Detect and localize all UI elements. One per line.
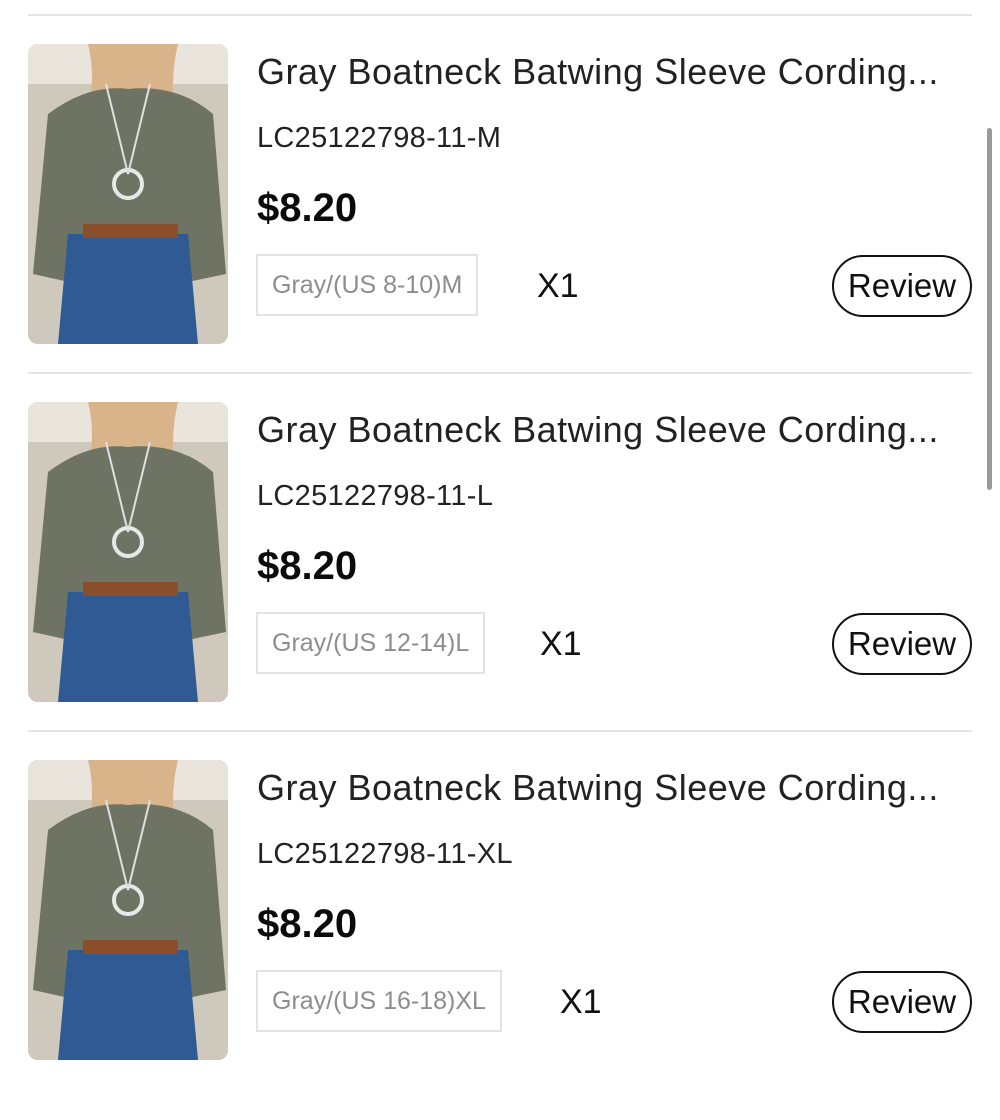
divider — [28, 372, 972, 374]
review-button[interactable]: Review — [832, 613, 972, 675]
list-item: Gray Boatneck Batwing Sleeve Cording... … — [0, 44, 1000, 404]
variant-badge: Gray/(US 12-14)L — [256, 612, 486, 674]
quantity-label: X1 — [560, 983, 602, 1021]
product-title[interactable]: Gray Boatneck Batwing Sleeve Cording... — [257, 408, 972, 452]
product-title[interactable]: Gray Boatneck Batwing Sleeve Cording... — [257, 50, 972, 94]
product-price: $8.20 — [257, 544, 358, 588]
product-sku: LC25122798-11-XL — [257, 838, 513, 870]
review-button[interactable]: Review — [832, 255, 972, 317]
list-item: Gray Boatneck Batwing Sleeve Cording... … — [0, 402, 1000, 762]
divider — [28, 730, 972, 732]
product-image[interactable] — [28, 760, 228, 1060]
product-image[interactable] — [28, 402, 228, 702]
product-title[interactable]: Gray Boatneck Batwing Sleeve Cording... — [257, 766, 972, 810]
variant-badge: Gray/(US 16-18)XL — [256, 970, 502, 1032]
quantity-label: X1 — [537, 267, 579, 305]
product-sku: LC25122798-11-M — [257, 122, 502, 154]
review-button[interactable]: Review — [832, 971, 972, 1033]
product-image[interactable] — [28, 44, 228, 344]
list-item: Gray Boatneck Batwing Sleeve Cording... … — [0, 760, 1000, 1120]
product-sku: LC25122798-11-L — [257, 480, 494, 512]
scrollbar[interactable] — [987, 128, 992, 490]
quantity-label: X1 — [540, 625, 582, 663]
product-price: $8.20 — [257, 186, 358, 230]
variant-badge: Gray/(US 8-10)M — [256, 254, 479, 316]
divider — [28, 14, 972, 16]
product-price: $8.20 — [257, 902, 358, 946]
